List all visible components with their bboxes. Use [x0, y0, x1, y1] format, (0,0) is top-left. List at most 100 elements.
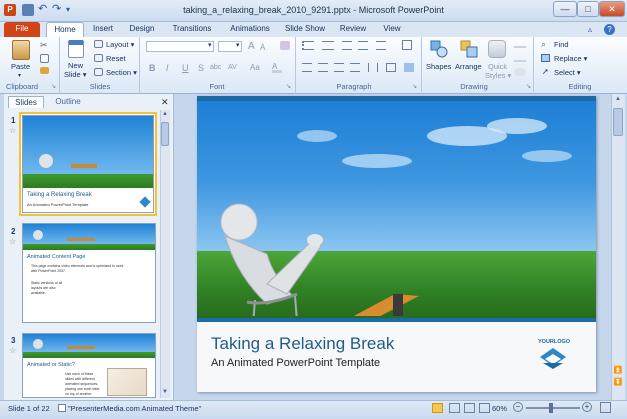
italic-button[interactable]: I — [166, 63, 169, 73]
grow-font-button[interactable]: A — [248, 41, 255, 52]
align-right-icon[interactable] — [334, 63, 344, 72]
columns-icon[interactable] — [368, 63, 378, 72]
quick-styles-button[interactable]: Quick — [488, 62, 507, 71]
tab-home[interactable]: Home — [46, 22, 84, 37]
scroll-up-arrow[interactable]: ▲ — [613, 96, 623, 106]
normal-view-icon[interactable] — [432, 403, 443, 413]
replace-button[interactable]: Replace ▾ — [554, 54, 587, 63]
thumbnail-3[interactable]: Animated or Static? Use each of these sl… — [22, 333, 156, 398]
minimize-button[interactable]: — — [553, 1, 577, 17]
shrink-font-button[interactable]: A — [260, 43, 265, 52]
pane-close-button[interactable]: ✕ — [161, 97, 169, 108]
scroll-up-arrow[interactable]: ▲ — [161, 111, 169, 119]
tab-design[interactable]: Design — [124, 22, 160, 37]
shapes-button[interactable]: Shapes — [426, 62, 451, 71]
paragraph-launcher-icon[interactable]: ↘ — [412, 83, 417, 90]
bold-button[interactable]: B — [149, 63, 156, 73]
slide-canvas[interactable]: Taking a Relaxing Break An Animated Powe… — [197, 96, 596, 392]
find-button[interactable]: Find — [554, 40, 569, 49]
zoom-level[interactable]: 60% — [492, 404, 507, 413]
copy-icon[interactable] — [40, 54, 49, 63]
new-slide-icon[interactable] — [68, 40, 84, 58]
section-button[interactable]: Section ▾ — [106, 68, 137, 77]
slides-pane-scrollbar[interactable] — [160, 110, 170, 398]
shape-outline-icon[interactable] — [514, 54, 526, 62]
underline-button[interactable]: U — [182, 63, 189, 73]
reading-view-icon[interactable] — [464, 403, 475, 413]
justify-icon[interactable] — [350, 63, 360, 72]
select-icon[interactable]: ➚ — [542, 67, 549, 76]
slide-show-icon[interactable] — [479, 403, 490, 413]
restore-button[interactable]: □ — [577, 1, 599, 17]
numbering-icon[interactable] — [322, 41, 334, 50]
layout-icon[interactable] — [94, 40, 103, 48]
tab-insert[interactable]: Insert — [88, 22, 118, 37]
zoom-in-button[interactable]: + — [582, 402, 592, 412]
thumbnail-2[interactable]: Animated Content Page This page contains… — [22, 223, 156, 323]
shadow-button[interactable]: abc — [210, 64, 221, 71]
tab-transitions[interactable]: Transitions — [166, 22, 218, 37]
minimize-ribbon-icon[interactable]: ▵ — [588, 25, 592, 34]
zoom-out-button[interactable]: − — [513, 402, 523, 412]
decrease-indent-icon[interactable] — [342, 41, 352, 50]
help-icon[interactable]: ? — [604, 24, 615, 35]
paste-button-label[interactable]: Paste — [11, 62, 30, 71]
tab-animations[interactable]: Animations — [224, 22, 276, 37]
reset-button[interactable]: Reset — [106, 54, 126, 63]
spelling-icon[interactable] — [58, 404, 66, 412]
shape-fill-icon[interactable] — [514, 40, 526, 48]
font-launcher-icon[interactable]: ↘ — [286, 83, 291, 90]
reset-icon[interactable] — [94, 54, 103, 62]
close-button[interactable]: ✕ — [599, 1, 625, 17]
slide-subtitle[interactable]: An Animated PowerPoint Template — [211, 357, 380, 369]
align-text-icon[interactable] — [386, 63, 396, 72]
bullets-icon[interactable] — [302, 41, 314, 50]
slide-scrollbar[interactable] — [611, 94, 625, 400]
font-name-dropdown-icon[interactable]: ▾ — [208, 41, 212, 49]
font-name-combo[interactable] — [146, 41, 214, 52]
tab-view[interactable]: View — [378, 22, 406, 37]
format-painter-icon[interactable] — [40, 67, 49, 74]
tab-slide-show[interactable]: Slide Show — [281, 22, 329, 37]
new-slide-label-2[interactable]: Slide ▾ — [64, 70, 87, 79]
new-slide-label[interactable]: New — [68, 61, 83, 70]
find-icon[interactable]: ⌕ — [541, 39, 546, 50]
text-direction-icon[interactable] — [402, 40, 412, 50]
scroll-thumb[interactable] — [161, 122, 169, 146]
increase-indent-icon[interactable] — [358, 41, 368, 50]
line-spacing-icon[interactable] — [376, 41, 386, 50]
slide-title[interactable]: Taking a Relaxing Break — [211, 334, 394, 354]
tab-slides-pane[interactable]: Slides — [8, 96, 44, 108]
clear-formatting-icon[interactable] — [280, 41, 290, 50]
font-color-icon[interactable]: A — [272, 63, 282, 73]
shapes-icon[interactable] — [430, 40, 448, 58]
character-spacing-button[interactable]: AV — [228, 64, 237, 71]
quick-styles-button-2[interactable]: Styles ▾ — [485, 71, 511, 80]
section-icon[interactable] — [94, 68, 103, 76]
scroll-thumb[interactable] — [613, 108, 623, 136]
next-slide-icon[interactable]: ⏬ — [613, 378, 623, 386]
smartart-icon[interactable] — [404, 63, 414, 72]
theme-name[interactable]: "PresenterMedia.com Animated Theme" — [68, 404, 201, 413]
align-center-icon[interactable] — [318, 63, 328, 72]
arrange-icon[interactable] — [460, 40, 478, 58]
zoom-slider-thumb[interactable] — [549, 403, 553, 413]
zoom-slider[interactable] — [526, 407, 580, 409]
layout-button[interactable]: Layout ▾ — [106, 40, 134, 49]
clipboard-launcher-icon[interactable]: ↘ — [51, 83, 56, 90]
paste-dropdown-icon[interactable]: ▾ — [18, 72, 21, 79]
align-left-icon[interactable] — [302, 63, 312, 72]
shape-effects-icon[interactable] — [514, 68, 526, 76]
tab-review[interactable]: Review — [336, 22, 370, 37]
drawing-launcher-icon[interactable]: ↘ — [526, 83, 531, 90]
tab-file[interactable]: File — [4, 22, 40, 37]
cut-icon[interactable]: ✂ — [40, 40, 48, 51]
previous-slide-icon[interactable]: ⏫ — [613, 366, 623, 374]
slide-sorter-icon[interactable] — [449, 403, 460, 413]
fit-to-window-icon[interactable] — [600, 402, 611, 413]
replace-icon[interactable] — [541, 54, 550, 62]
scroll-down-arrow[interactable]: ▼ — [161, 389, 169, 397]
strikethrough-button[interactable]: S — [198, 63, 204, 73]
arrange-button[interactable]: Arrange — [455, 62, 482, 71]
quick-styles-icon[interactable] — [488, 40, 506, 58]
